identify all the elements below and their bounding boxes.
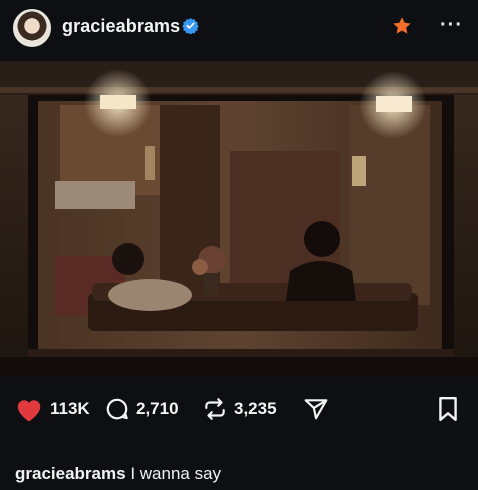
like-count: 113K (50, 399, 90, 418)
studio-window-photo (0, 61, 478, 377)
send-paper-plane-icon (304, 399, 328, 420)
caption-username[interactable]: gracieabrams (15, 464, 126, 483)
post-username[interactable]: gracieabrams (62, 16, 180, 37)
profile-avatar[interactable] (13, 9, 51, 47)
post-actions-bar: 113K 2,710 3,235 (0, 390, 478, 430)
post-image[interactable] (0, 61, 478, 377)
bookmark-icon (439, 396, 457, 422)
repost-count: 3,235 (234, 399, 277, 418)
like-button[interactable]: 113K (14, 394, 90, 424)
more-options-icon[interactable]: ··· (440, 14, 463, 37)
repost-button[interactable]: 3,235 (202, 394, 277, 424)
verified-badge-icon (182, 18, 199, 34)
comment-count: 2,710 (136, 399, 179, 418)
star-icon[interactable] (391, 15, 413, 37)
post-header: gracieabrams ··· (0, 0, 478, 60)
post-caption: gracieabrams I wanna say (15, 464, 221, 484)
save-button[interactable] (436, 394, 460, 424)
heart-icon (17, 400, 41, 422)
comment-button[interactable]: 2,710 (104, 394, 179, 424)
caption-text: I wanna say (130, 464, 222, 483)
repost-arrows-icon (205, 398, 225, 420)
share-button[interactable] (302, 394, 330, 424)
comment-bubble-icon (106, 398, 128, 420)
